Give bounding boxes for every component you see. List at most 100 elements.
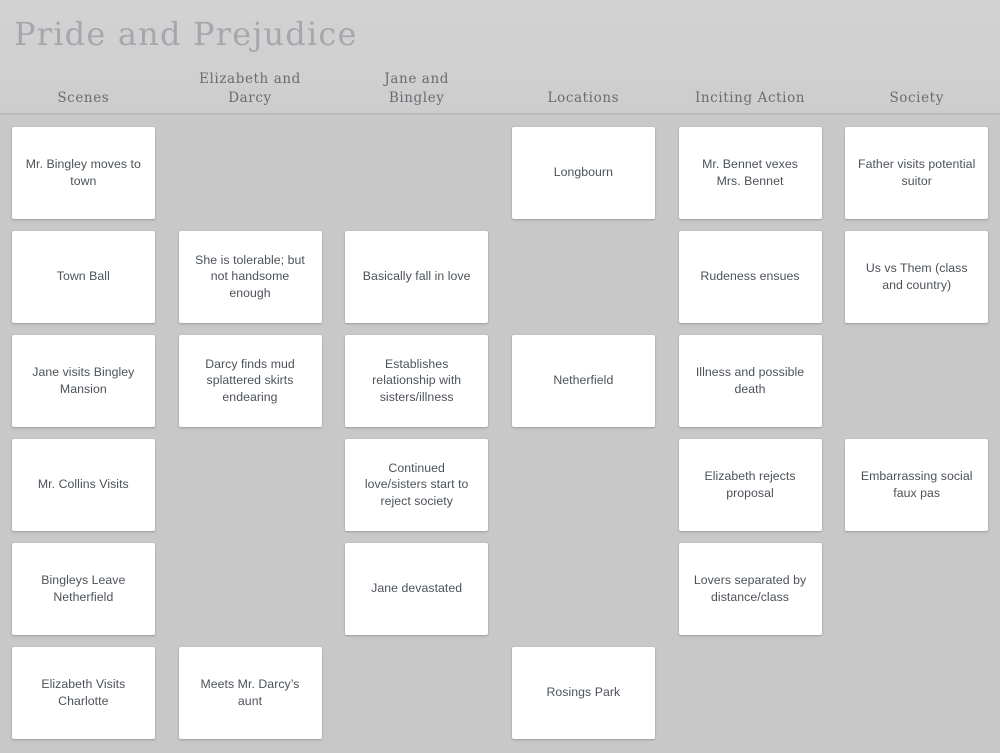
grid-cell: Jane visits Bingley Mansion [0, 321, 167, 427]
story-card-text: Town Ball [56, 269, 110, 284]
grid-cell: Bingleys Leave Netherfield [0, 529, 167, 635]
column-header-label: Jane and Bingley [384, 71, 449, 106]
grid-cell: Us vs Them (class and country) [833, 217, 1000, 323]
grid-cell: Establishes relationship with sisters/il… [333, 321, 500, 427]
story-card[interactable]: Longbourn [511, 126, 655, 219]
story-card-text: Elizabeth Visits Charlotte [41, 677, 126, 708]
grid-cell: Jane devastated [333, 529, 500, 635]
story-card[interactable]: Netherfield [511, 334, 655, 427]
story-card-text: Bingleys Leave Netherfield [41, 573, 126, 604]
story-card[interactable]: Jane devastated [345, 542, 489, 635]
story-card-text: Mr. Collins Visits [37, 477, 129, 492]
grid-column-society: Father visits potential suitor Us vs The… [833, 113, 1000, 753]
grid-cell-empty[interactable] [333, 633, 500, 737]
story-card[interactable]: Embarrassing social faux pas [845, 438, 989, 531]
story-card-text: Elizabeth rejects proposal [704, 469, 796, 500]
story-card[interactable]: Jane visits Bingley Mansion [11, 334, 155, 427]
story-card-text: Continued love/sisters start to reject s… [364, 460, 469, 508]
grid-cell-empty[interactable] [500, 529, 667, 633]
grid-cell-empty[interactable] [667, 633, 834, 737]
story-card[interactable]: Meets Mr. Darcy’s aunt [178, 646, 322, 739]
grid-cell: Meets Mr. Darcy’s aunt [167, 633, 334, 739]
grid-column-scenes: Mr. Bingley moves to town Town Ball Jane… [0, 113, 167, 753]
column-header-label: Elizabeth and Darcy [199, 71, 301, 106]
story-card[interactable]: Illness and possible death [678, 334, 822, 427]
grid-cell-empty[interactable] [167, 113, 334, 217]
story-card[interactable]: Continued love/sisters start to reject s… [345, 438, 489, 531]
story-card-text: Us vs Them (class and country) [865, 261, 968, 292]
column-header-locations[interactable]: Locations [500, 62, 667, 112]
column-header-jane-and-bingley[interactable]: Jane and Bingley [333, 62, 500, 112]
grid-cell-empty[interactable] [500, 425, 667, 529]
grid-cell: Lovers separated by distance/class [667, 529, 834, 635]
card-grid: Mr. Bingley moves to town Town Ball Jane… [0, 113, 1000, 753]
story-card-text: Establishes relationship with sisters/il… [372, 356, 462, 404]
grid-cell-empty[interactable] [833, 529, 1000, 633]
story-card-text: Basically fall in love [362, 269, 471, 284]
column-header-elizabeth-and-darcy[interactable]: Elizabeth and Darcy [167, 62, 334, 112]
grid-column-inciting-action: Mr. Bennet vexes Mrs. Bennet Rudeness en… [667, 113, 834, 753]
grid-cell-empty[interactable] [833, 321, 1000, 425]
grid-cell: Rudeness ensues [667, 217, 834, 323]
grid-column-elizabeth-and-darcy: She is tolerable; but not handsome enoug… [167, 113, 334, 753]
grid-cell: Elizabeth rejects proposal [667, 425, 834, 531]
grid-cell: Basically fall in love [333, 217, 500, 323]
story-card-text: Mr. Bennet vexes Mrs. Bennet [702, 157, 798, 188]
grid-cell: Darcy finds mud splattered skirts endear… [167, 321, 334, 427]
story-card[interactable]: Lovers separated by distance/class [678, 542, 822, 635]
story-card-text: Embarrassing social faux pas [860, 469, 973, 500]
story-card-text: Illness and possible death [695, 365, 805, 396]
grid-column-jane-and-bingley: Basically fall in love Establishes relat… [333, 113, 500, 753]
grid-cell: Elizabeth Visits Charlotte [0, 633, 167, 739]
grid-column-locations: Longbourn Netherfield Rosings Park [500, 113, 667, 753]
story-card[interactable]: Mr. Bingley moves to town [11, 126, 155, 219]
story-card-text: Jane visits Bingley Mansion [32, 365, 135, 396]
storyboard-canvas: Pride and Prejudice Scenes Elizabeth and… [0, 0, 1000, 753]
story-card-text: Meets Mr. Darcy’s aunt [200, 677, 300, 708]
column-header-scenes[interactable]: Scenes [0, 62, 167, 112]
story-card[interactable]: Father visits potential suitor [845, 126, 989, 219]
column-header-label: Scenes [57, 90, 110, 106]
story-card-text: Darcy finds mud splattered skirts endear… [205, 356, 295, 404]
story-card-text: She is tolerable; but not handsome enoug… [195, 252, 305, 300]
story-card[interactable]: Bingleys Leave Netherfield [11, 542, 155, 635]
grid-cell: Embarrassing social faux pas [833, 425, 1000, 531]
grid-cell-empty[interactable] [500, 217, 667, 321]
grid-cell: Town Ball [0, 217, 167, 323]
story-card-text: Netherfield [553, 373, 614, 388]
story-card-text: Father visits potential suitor [858, 157, 976, 188]
story-card[interactable]: Elizabeth Visits Charlotte [11, 646, 155, 739]
grid-cell-empty[interactable] [167, 529, 334, 633]
story-card-text: Mr. Bingley moves to town [25, 157, 141, 188]
grid-cell: Father visits potential suitor [833, 113, 1000, 219]
story-card[interactable]: Us vs Them (class and country) [845, 230, 989, 323]
grid-cell: Continued love/sisters start to reject s… [333, 425, 500, 531]
story-card-text: Longbourn [553, 165, 613, 180]
story-card[interactable]: Basically fall in love [345, 230, 489, 323]
grid-cell-empty[interactable] [333, 113, 500, 217]
grid-cell: Rosings Park [500, 633, 667, 739]
story-card[interactable]: Rosings Park [511, 646, 655, 739]
grid-cell: Illness and possible death [667, 321, 834, 427]
grid-cell: Netherfield [500, 321, 667, 427]
grid-cell-empty[interactable] [833, 633, 1000, 737]
grid-cell-empty[interactable] [167, 425, 334, 529]
story-card[interactable]: Establishes relationship with sisters/il… [345, 334, 489, 427]
grid-cell: Mr. Bingley moves to town [0, 113, 167, 219]
story-card[interactable]: Mr. Collins Visits [11, 438, 155, 531]
page-title: Pride and Prejudice [14, 15, 358, 53]
grid-cell: Mr. Collins Visits [0, 425, 167, 531]
grid-cell: Longbourn [500, 113, 667, 219]
story-card[interactable]: Rudeness ensues [678, 230, 822, 323]
grid-cell: She is tolerable; but not handsome enoug… [167, 217, 334, 323]
story-card[interactable]: Town Ball [11, 230, 155, 323]
column-header-inciting-action[interactable]: Inciting Action [667, 62, 834, 112]
story-card[interactable]: Elizabeth rejects proposal [678, 438, 822, 531]
column-header-label: Inciting Action [694, 90, 806, 106]
story-card[interactable]: Mr. Bennet vexes Mrs. Bennet [678, 126, 822, 219]
story-card[interactable]: She is tolerable; but not handsome enoug… [178, 230, 322, 323]
story-card[interactable]: Darcy finds mud splattered skirts endear… [178, 334, 322, 427]
column-header-row: Scenes Elizabeth and Darcy Jane and Bing… [0, 62, 1000, 112]
story-card-text: Jane devastated [371, 581, 463, 596]
column-header-society[interactable]: Society [833, 62, 1000, 112]
